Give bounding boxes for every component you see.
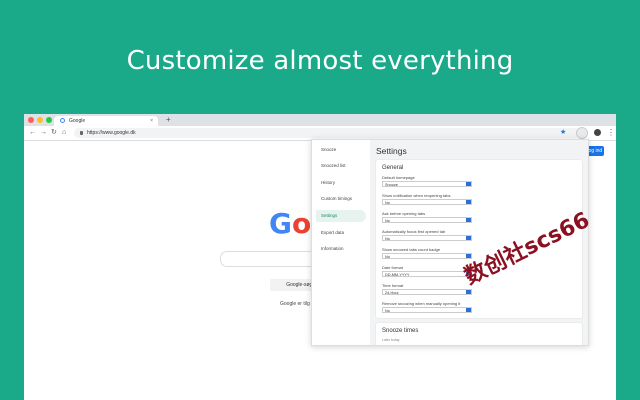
- ask-before-opening-label: Ask before opening tabs: [382, 211, 426, 216]
- show-notification-label: Show notification when reopening tabs: [382, 193, 451, 198]
- browser-tab[interactable]: Google ×: [54, 116, 158, 126]
- section-heading: Snooze times: [382, 328, 419, 334]
- select-value: DD-MM-YYYY: [385, 273, 410, 277]
- count-badge-label: Show snoozed tabs count badge: [382, 247, 441, 252]
- select-value: No: [385, 237, 390, 241]
- date-format-select[interactable]: DD-MM-YYYY: [382, 271, 472, 277]
- select-arrow-icon: [466, 182, 471, 186]
- sidebar-item-snooze[interactable]: Snooze: [316, 144, 366, 156]
- select-value: No: [385, 255, 390, 259]
- google-favicon-icon: [60, 118, 65, 123]
- more-menu-icon[interactable]: ⋮: [607, 127, 615, 139]
- tab-strip: Google × +: [24, 114, 616, 126]
- logo-letter: o: [291, 207, 312, 240]
- home-icon[interactable]: ⌂: [62, 128, 66, 138]
- count-badge-select[interactable]: No: [382, 253, 472, 259]
- snooze-extension-icon[interactable]: [576, 127, 588, 139]
- select-value: No: [385, 309, 390, 313]
- address-bar[interactable]: https://www.google.dk: [74, 128, 580, 138]
- back-arrow-icon[interactable]: ←: [29, 128, 36, 138]
- default-homepage-select[interactable]: Snooze: [382, 181, 472, 187]
- select-value: Snooze: [385, 183, 398, 187]
- select-arrow-icon: [466, 308, 471, 312]
- select-value: No: [385, 219, 390, 223]
- select-arrow-icon: [466, 290, 471, 294]
- page-title: Settings: [376, 146, 407, 156]
- date-format-label: Date format: [382, 265, 403, 270]
- close-window-icon[interactable]: [28, 117, 34, 123]
- default-homepage-label: Default homepage: [382, 175, 415, 180]
- reload-icon[interactable]: ↻: [51, 128, 57, 138]
- forward-arrow-icon[interactable]: →: [40, 128, 47, 138]
- sidebar-item-label: Custom timings: [321, 196, 353, 201]
- remove-snoozing-label: Remove snoozing when manually opening it: [382, 301, 461, 306]
- logo-letter: G: [269, 207, 292, 240]
- select-arrow-icon: [466, 200, 471, 204]
- sidebar-item-label: Information: [321, 246, 344, 251]
- select-arrow-icon: [466, 218, 471, 222]
- remove-snoozing-select[interactable]: No: [382, 307, 472, 313]
- snooze-times-card: Snooze times Later today: [376, 323, 582, 345]
- time-format-label: Time format: [382, 283, 404, 288]
- sidebar-item-label: Snooze: [321, 147, 337, 152]
- account-icon[interactable]: [594, 129, 601, 136]
- sidebar-item-custom-timings[interactable]: Custom timings: [316, 193, 366, 205]
- auto-focus-select[interactable]: No: [382, 235, 472, 241]
- new-tab-button[interactable]: +: [166, 114, 171, 126]
- section-heading: General: [382, 165, 404, 171]
- maximize-window-icon[interactable]: [46, 117, 52, 123]
- ask-before-opening-select[interactable]: No: [382, 217, 472, 223]
- select-value: 24-Hour: [385, 291, 399, 295]
- minimize-window-icon[interactable]: [37, 117, 43, 123]
- lock-icon: [80, 131, 83, 135]
- auto-focus-label: Automatically focus first opened tab: [382, 229, 446, 234]
- tab-title: Google: [69, 118, 86, 124]
- sidebar-item-settings[interactable]: Settings: [316, 210, 366, 222]
- popup-sidebar: Snooze Snoozed list History Custom timin…: [312, 140, 370, 345]
- show-notification-select[interactable]: No: [382, 199, 472, 205]
- sidebar-item-label: History: [321, 180, 336, 185]
- sidebar-item-label: Settings: [321, 213, 338, 218]
- select-arrow-icon: [466, 236, 471, 240]
- later-today-label: Later today: [382, 338, 400, 342]
- sidebar-item-label: Snoozed list: [321, 163, 346, 168]
- sidebar-item-information[interactable]: Information: [316, 243, 366, 255]
- url-text: https://www.google.dk: [87, 130, 136, 136]
- headline: Customize almost everything: [126, 46, 514, 76]
- sidebar-item-export-data[interactable]: Export data: [316, 227, 366, 239]
- sidebar-item-history[interactable]: History: [316, 177, 366, 189]
- sidebar-item-snoozed-list[interactable]: Snoozed list: [316, 160, 366, 172]
- sidebar-item-label: Export data: [321, 230, 345, 235]
- google-offered-in-text: Google er tilg: [280, 301, 310, 307]
- time-format-select[interactable]: 24-Hour: [382, 289, 472, 295]
- bookmark-star-icon[interactable]: ★: [560, 128, 566, 138]
- tab-close-icon[interactable]: ×: [150, 116, 153, 126]
- select-value: No: [385, 201, 390, 205]
